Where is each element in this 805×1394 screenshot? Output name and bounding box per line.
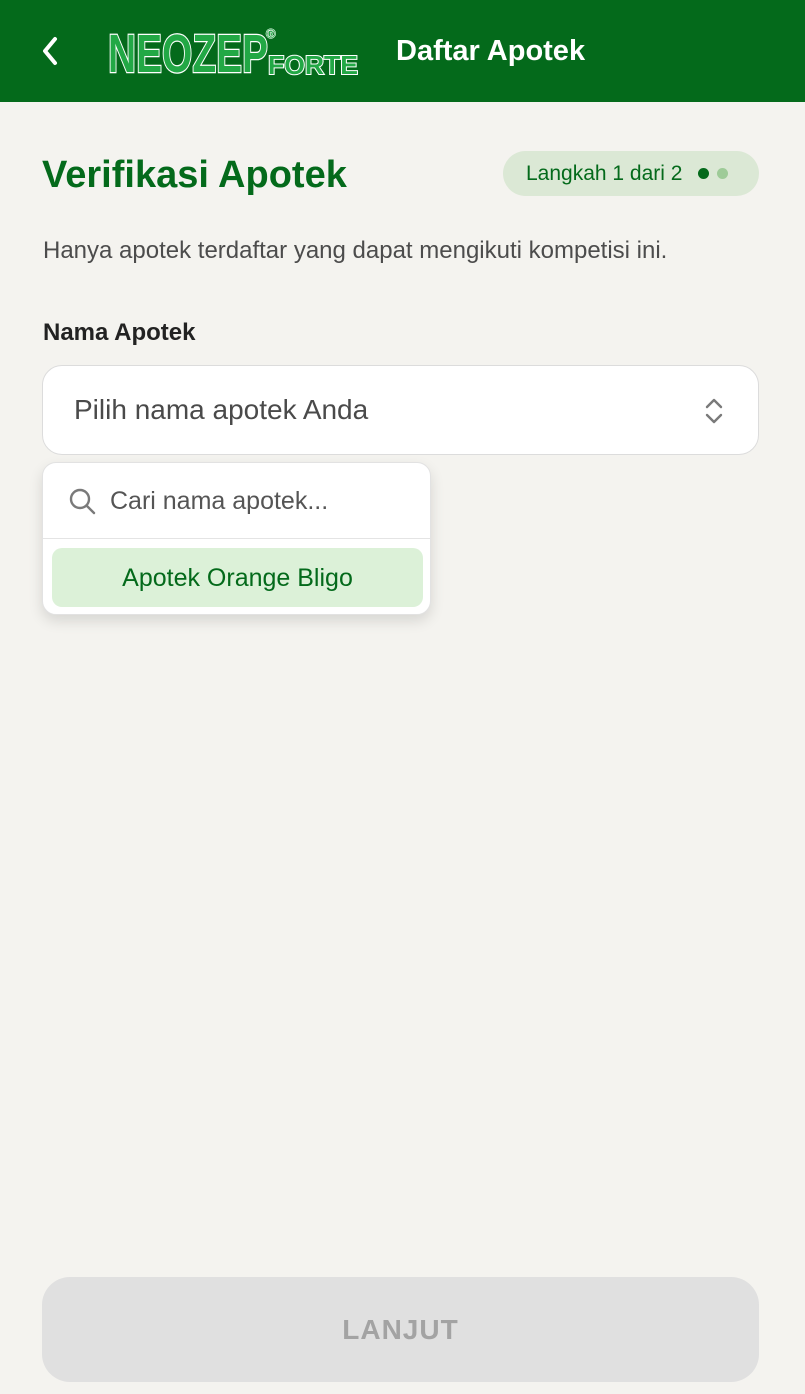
search-icon [69, 488, 96, 515]
neozep-forte-logo: NEOZEP ® FORTE [107, 24, 359, 78]
pharmacy-select-placeholder: Pilih nama apotek Anda [74, 394, 369, 425]
back-button[interactable] [34, 31, 66, 71]
continue-button[interactable]: LANJUT [42, 1277, 759, 1382]
pharmacy-dropdown: Apotek Orange Bligo [42, 462, 431, 615]
chevron-left-icon [43, 37, 57, 65]
dropdown-option[interactable]: Apotek Orange Bligo [52, 548, 423, 607]
logo-main-text: NEOZEP [108, 24, 268, 78]
dropdown-search-row [43, 463, 430, 539]
logo-registered-mark: ® [266, 26, 276, 41]
continue-button-label: LANJUT [342, 1313, 459, 1345]
page-subtitle: Hanya apotek terdaftar yang dapat mengik… [43, 237, 668, 264]
logo-sub-text: FORTE [268, 50, 358, 78]
pharmacy-select[interactable]: Pilih nama apotek Anda [42, 365, 759, 455]
pharmacy-name-label: Nama Apotek [43, 319, 196, 346]
header-title: Daftar Apotek [396, 35, 586, 67]
chevron-up-down-icon [705, 398, 723, 424]
dropdown-option-label: Apotek Orange Bligo [122, 563, 353, 592]
step-dot-inactive [717, 168, 729, 179]
step-badge: Langkah 1 dari 2 [503, 151, 759, 196]
pharmacy-search-input[interactable] [110, 483, 410, 519]
step-label: Langkah 1 dari 2 [526, 161, 683, 185]
page-title: Verifikasi Apotek [42, 154, 347, 196]
app-header: NEOZEP ® FORTE Daftar Apotek [0, 0, 805, 102]
step-dot-active [698, 168, 710, 179]
step-indicator [698, 168, 729, 179]
